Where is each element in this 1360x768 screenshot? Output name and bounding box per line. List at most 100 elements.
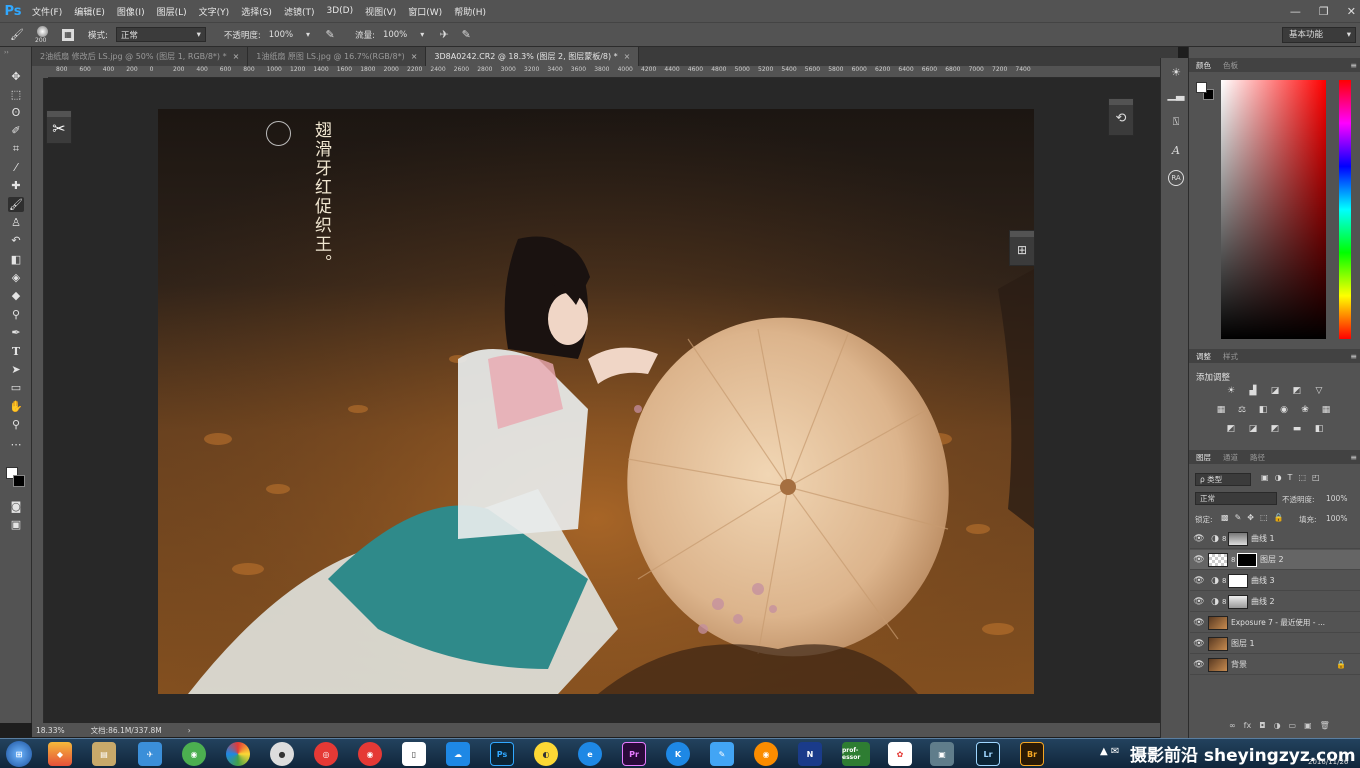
layer-thumbnail[interactable] xyxy=(1208,636,1228,651)
flow-value[interactable]: 100% xyxy=(383,30,407,40)
invert-icon[interactable]: ◩ xyxy=(1221,424,1241,434)
photoshop-taskbar-icon[interactable]: Ps xyxy=(490,742,514,766)
lock-position-icon[interactable]: ✥ xyxy=(1247,513,1254,522)
filter-smart-icon[interactable]: ◰ xyxy=(1312,473,1320,482)
tab-color[interactable]: 颜色 xyxy=(1196,60,1211,71)
tab-styles[interactable]: 样式 xyxy=(1223,351,1238,362)
layer-mask-thumbnail[interactable] xyxy=(1228,594,1248,609)
close-button[interactable]: ✕ xyxy=(1347,5,1356,18)
eyedropper-tool-icon[interactable]: ⁄ xyxy=(8,160,24,175)
add-mask-icon[interactable]: ◘ xyxy=(1259,721,1265,730)
layer-row[interactable]: 👁 ◑ 8 曲线 3 xyxy=(1190,571,1360,591)
menu-layer[interactable]: 图层(L) xyxy=(151,5,193,18)
layer-mask-thumbnail[interactable] xyxy=(1228,573,1248,588)
opacity-value[interactable]: 100% xyxy=(269,30,293,40)
photo-filter-icon[interactable]: ◉ xyxy=(1274,405,1294,415)
brush-presets-icon[interactable]: ⍂ xyxy=(1168,114,1184,130)
start-button[interactable]: ⊞ xyxy=(6,741,32,767)
ie-icon[interactable]: e xyxy=(578,742,602,766)
color-lookup-icon[interactable]: ▦ xyxy=(1316,405,1336,415)
clone-stamp-tool-icon[interactable]: ♙ xyxy=(8,215,24,230)
horizontal-ruler[interactable]: 800 600 400 200 0 200 400 600 800 1000 1200 1400 160… xyxy=(48,66,1178,78)
airbrush-icon[interactable]: ✈ xyxy=(437,28,451,42)
eye-icon[interactable]: 👁 xyxy=(1190,597,1208,607)
premiere-taskbar-icon[interactable]: Pr xyxy=(622,742,646,766)
taskbar-app-icon[interactable]: ◉ xyxy=(754,742,778,766)
crop-tool-icon[interactable]: ⌗ xyxy=(8,141,24,156)
taskbar-app-icon[interactable]: ✈ xyxy=(138,742,162,766)
minimize-button[interactable]: — xyxy=(1290,5,1301,18)
ruler-origin[interactable] xyxy=(32,66,48,78)
cloud-icon[interactable]: ☁ xyxy=(446,742,470,766)
document-icon[interactable]: ▯ xyxy=(402,742,426,766)
filter-type-icon[interactable]: T xyxy=(1288,473,1293,482)
move-tool-icon[interactable]: ✥ xyxy=(8,69,24,84)
taskbar-app-icon[interactable]: ● xyxy=(270,742,294,766)
tab-document-3[interactable]: 3D8A0242.CR2 @ 18.3% (图层 2, 图层蒙板/8) * × xyxy=(426,47,640,66)
fx-icon[interactable]: fx xyxy=(1244,721,1252,730)
quick-mask-icon[interactable]: ◙ xyxy=(8,499,24,514)
eye-icon[interactable]: 👁 xyxy=(1190,555,1208,565)
lock-artboard-icon[interactable]: ⬚ xyxy=(1260,513,1268,522)
tab-layers[interactable]: 图层 xyxy=(1196,452,1211,463)
menu-edit[interactable]: 编辑(E) xyxy=(68,5,111,18)
taskbar-app-icon[interactable]: ◐ xyxy=(534,742,558,766)
quick-select-tool-icon[interactable]: ✐ xyxy=(8,123,24,138)
hue-saturation-icon[interactable]: ▦ xyxy=(1211,405,1231,415)
bridge-taskbar-icon[interactable]: Br xyxy=(1020,742,1044,766)
black-white-icon[interactable]: ◧ xyxy=(1253,405,1273,415)
levels-icon[interactable]: ▟ xyxy=(1243,386,1263,396)
layer-row[interactable]: 👁 8 图层 2 xyxy=(1190,550,1360,570)
menu-help[interactable]: 帮助(H) xyxy=(448,5,492,18)
tab-document-2[interactable]: 1油纸扇 原图 LS.jpg @ 16.7%(RGB/8*) × xyxy=(248,47,427,66)
filter-adjust-icon[interactable]: ◑ xyxy=(1275,473,1282,482)
menu-3d[interactable]: 3D(D) xyxy=(320,6,359,16)
taskbar-app-icon[interactable]: ◆ xyxy=(48,742,72,766)
kugou-icon[interactable]: K xyxy=(666,742,690,766)
document-image[interactable]: 翅滑牙红促织王。 xyxy=(158,109,1034,694)
close-icon[interactable]: × xyxy=(411,52,418,61)
vibrance-icon[interactable]: ▽ xyxy=(1309,386,1329,396)
menu-window[interactable]: 窗口(W) xyxy=(402,5,448,18)
lock-pixels-icon[interactable]: ✎ xyxy=(1235,513,1242,522)
layer-row[interactable]: 👁 Exposure 7 - 最近使用 - ... xyxy=(1190,613,1360,633)
selective-color-icon[interactable]: ◧ xyxy=(1309,424,1329,434)
panel-grip-icon[interactable]: ›› xyxy=(4,49,28,56)
blur-tool-icon[interactable]: ◆ xyxy=(8,288,24,303)
paint-bucket-tool-icon[interactable]: ◈ xyxy=(8,270,24,285)
taskbar-app-icon[interactable]: ✎ xyxy=(710,742,734,766)
hue-slider[interactable] xyxy=(1339,80,1351,339)
pressure-size-icon[interactable]: ✎ xyxy=(459,28,473,42)
posterize-icon[interactable]: ◪ xyxy=(1243,424,1263,434)
brush-tool-icon[interactable]: 🖌 xyxy=(8,197,24,212)
more-tools-icon[interactable]: ⋯ xyxy=(8,437,24,452)
eraser-tool-icon[interactable]: ◧ xyxy=(8,252,24,267)
color-field[interactable] xyxy=(1221,80,1326,339)
menu-type[interactable]: 文字(Y) xyxy=(193,5,236,18)
layer-row[interactable]: 👁 图层 1 xyxy=(1190,634,1360,654)
lasso-tool-icon[interactable]: ʘ xyxy=(8,105,24,120)
brush-preset-picker[interactable]: 200 xyxy=(32,25,54,45)
pressure-opacity-icon[interactable]: ✎ xyxy=(323,28,337,42)
menu-image[interactable]: 图像(I) xyxy=(111,5,151,18)
filter-shape-icon[interactable]: ⬚ xyxy=(1298,473,1306,482)
mode-select[interactable]: 正常 ▾ xyxy=(115,27,206,42)
vertical-ruler[interactable] xyxy=(32,78,44,723)
new-group-icon[interactable]: ▭ xyxy=(1289,721,1297,730)
link-layers-icon[interactable]: ∞ xyxy=(1229,721,1236,730)
info-icon[interactable]: ⊞ xyxy=(1010,237,1034,263)
threshold-icon[interactable]: ◩ xyxy=(1265,424,1285,434)
delete-layer-icon[interactable]: 🗑 xyxy=(1320,721,1330,730)
panel-menu-icon[interactable]: ≡ xyxy=(1350,352,1357,361)
eye-icon[interactable]: 👁 xyxy=(1190,576,1208,586)
netease-icon[interactable]: ◉ xyxy=(358,742,382,766)
zoom-level[interactable]: 18.33% xyxy=(36,726,65,735)
screen-mode-icon[interactable]: ▣ xyxy=(8,517,24,532)
ra-plugin-icon[interactable]: RA xyxy=(1168,170,1184,186)
restore-button[interactable]: ❐ xyxy=(1319,5,1329,18)
new-adjustment-icon[interactable]: ◑ xyxy=(1274,721,1281,730)
taskbar-app-icon[interactable]: ◉ xyxy=(182,742,206,766)
eye-icon[interactable]: 👁 xyxy=(1190,618,1208,628)
foreground-swatch[interactable] xyxy=(1196,82,1207,93)
tab-adjustments[interactable]: 调整 xyxy=(1196,351,1211,362)
